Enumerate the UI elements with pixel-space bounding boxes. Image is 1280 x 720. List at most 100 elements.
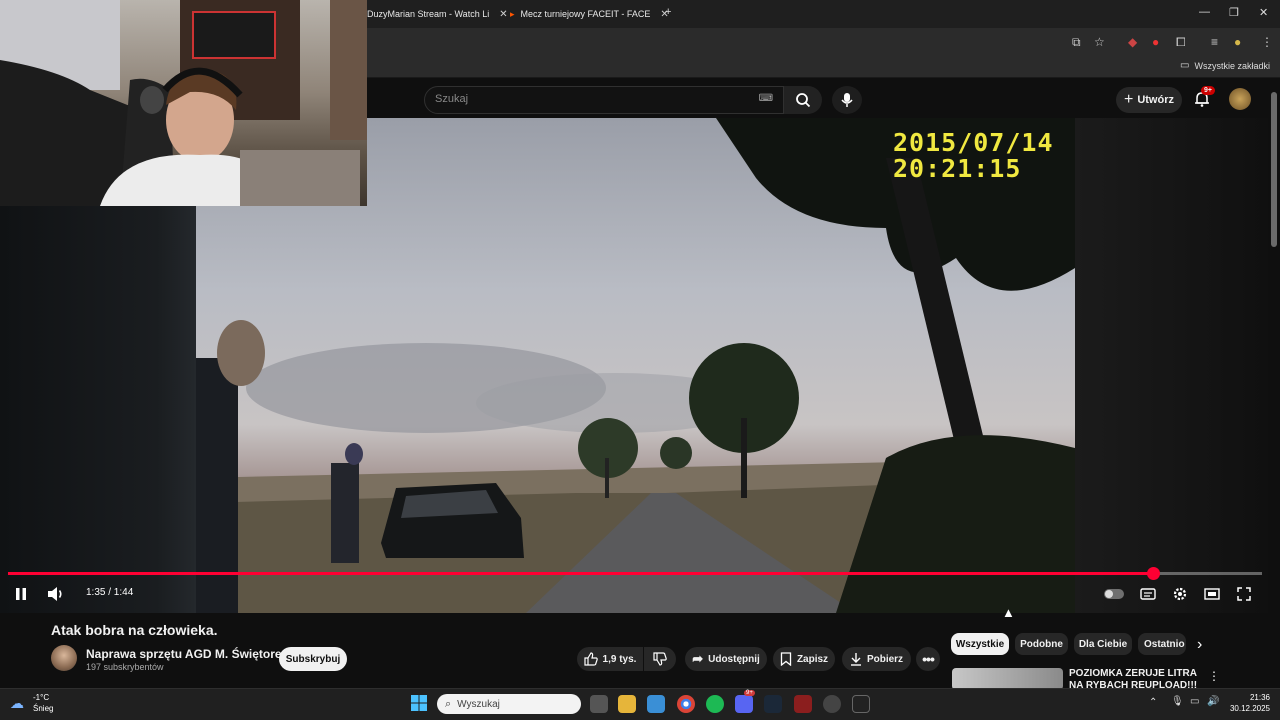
discord-icon[interactable]: 9+ [735, 690, 755, 713]
taskbar-search-placeholder: Wyszukaj [457, 698, 500, 710]
video-title: Atak bobra na człowieka. [51, 622, 218, 638]
pause-icon [16, 588, 26, 600]
subtitles-icon [1140, 588, 1156, 600]
overlay-time: 20:21:15 [893, 154, 1022, 183]
share-button[interactable]: ➦ Udostępnij [685, 647, 767, 671]
steam-icon[interactable] [764, 695, 782, 713]
chip-related[interactable]: Podobne [1015, 633, 1068, 655]
thumbs-down-icon [653, 652, 667, 666]
volume-button[interactable] [45, 584, 67, 604]
all-bookmarks-label: Wszystkie zakładki [1194, 60, 1270, 71]
like-button[interactable]: 1,9 tys. [577, 647, 643, 671]
app-icon[interactable] [823, 695, 841, 713]
windows-logo-icon [411, 695, 427, 711]
thumbs-up-icon [583, 652, 598, 666]
windows-start-icon[interactable] [411, 695, 427, 711]
spotify-icon[interactable] [706, 695, 724, 713]
share-icon: ➦ [692, 651, 704, 666]
discord-badge: 9+ [744, 690, 755, 696]
restore-icon[interactable]: ❐ [1229, 6, 1239, 19]
pause-button[interactable] [10, 584, 32, 604]
dislike-button[interactable] [644, 647, 676, 671]
search-input[interactable]: Szukaj ⌨ [424, 86, 784, 114]
chip-all[interactable]: Wszystkie [951, 633, 1009, 655]
channel-name[interactable]: Naprawa sprzętu AGD M. Świętorecki [86, 647, 298, 661]
theater-icon [1204, 588, 1220, 600]
download-icon [850, 653, 861, 666]
fullscreen-button[interactable] [1233, 584, 1255, 604]
all-bookmarks[interactable]: ▭ Wszystkie zakładki [1180, 60, 1270, 71]
voice-search-button[interactable] [832, 86, 862, 114]
weather-widget[interactable]: -1°C Śnieg [33, 692, 53, 714]
clock-time: 21:36 [1249, 693, 1270, 702]
search-button[interactable] [784, 86, 822, 114]
subtitles-button[interactable] [1137, 584, 1159, 604]
terminal-icon[interactable] [852, 695, 870, 713]
more-icon: ••• [922, 651, 935, 667]
recommendation-thumbnail[interactable] [952, 668, 1063, 690]
media-icon[interactable]: ≡ [1211, 35, 1218, 49]
weather-temp: -1°C [33, 693, 50, 702]
recommendation-menu-icon[interactable]: ⋮ [1208, 669, 1220, 683]
chip-recent[interactable]: Ostatnio [1138, 633, 1186, 655]
gear-icon [1173, 587, 1187, 601]
window-close-icon[interactable]: ✕ [1259, 6, 1268, 19]
scrollbar-thumb[interactable] [1271, 92, 1277, 247]
more-actions-button[interactable]: ••• [916, 647, 940, 671]
weather-desc: Śnieg [33, 704, 54, 713]
game-app-icon[interactable] [794, 695, 812, 713]
tab-faceit[interactable]: ▸ Mecz turniejowy FACEIT - FACE ✕ [510, 2, 669, 26]
autoplay-toggle[interactable] [1103, 584, 1125, 604]
create-button[interactable]: + Utwórz [1116, 87, 1182, 113]
profile-icon[interactable]: ● [1234, 35, 1241, 49]
keyboard-icon[interactable]: ⌨ [759, 93, 773, 104]
chevron-up-icon[interactable]: ⌃ [1149, 697, 1157, 708]
save-label: Zapisz [796, 653, 829, 665]
speaker-icon[interactable]: 🔊 [1207, 696, 1219, 707]
cast-icon[interactable]: ⧉ [1072, 35, 1081, 50]
close-icon[interactable]: ✕ [499, 9, 507, 20]
taskbar-search-input[interactable]: ⌕ Wyszukaj [437, 694, 581, 714]
create-label: Utwórz [1137, 94, 1174, 106]
plus-icon: + [1123, 91, 1134, 108]
minimize-icon[interactable]: — [1199, 6, 1210, 18]
chip-for-you[interactable]: Dla Ciebie [1074, 633, 1132, 655]
settings-button[interactable] [1169, 584, 1191, 604]
theater-mode-button[interactable] [1201, 584, 1223, 604]
subscribe-button[interactable]: Subskrybuj [279, 647, 347, 671]
volume-icon [48, 587, 62, 601]
autoplay-toggle-track [1104, 589, 1124, 599]
avatar[interactable] [1229, 88, 1251, 110]
taskbar-clock[interactable]: 21:36 30.12.2025 [1222, 692, 1270, 714]
menu-icon[interactable]: ⋮ [1261, 35, 1273, 49]
mic-icon [841, 93, 853, 107]
extension-icon[interactable]: ◆ [1128, 35, 1137, 49]
file-explorer-icon[interactable] [618, 695, 636, 713]
microphone-tray-icon[interactable]: 🎙 [1171, 696, 1184, 707]
puzzle-icon[interactable]: ⧠ [1176, 35, 1186, 50]
tab-duzymarian[interactable]: DuzyMarian Stream - Watch Li ✕ [367, 2, 508, 26]
chevron-right-icon[interactable]: › [1197, 636, 1202, 654]
weather-icon[interactable]: ☁ [10, 695, 24, 712]
recommendation-title[interactable]: POZIOMKA ZERUJE LITRA NA RYBACH REUPLOAD… [1069, 668, 1199, 690]
extension-icon[interactable]: ● [1152, 35, 1159, 49]
save-button[interactable]: Zapisz [773, 647, 835, 671]
search-icon: ⌕ [445, 697, 452, 710]
task-view-icon[interactable] [590, 695, 608, 713]
star-icon[interactable]: ☆ [1094, 35, 1105, 49]
faceit-icon: ▸ [510, 8, 515, 19]
progress-played [8, 572, 1153, 575]
chrome-icon[interactable] [677, 695, 695, 713]
download-button[interactable]: Pobierz [842, 647, 911, 671]
ambient-left [0, 206, 196, 613]
overlay-date: 2015/07/14 [893, 128, 1054, 157]
channel-avatar[interactable] [51, 645, 77, 671]
bookmark-icon [780, 652, 792, 666]
time-display: 1:35 / 1:44 [86, 587, 134, 598]
network-icon[interactable]: ▭ [1190, 696, 1199, 707]
progress-scrubber[interactable] [1146, 567, 1160, 580]
store-icon[interactable] [647, 695, 665, 713]
notifications-button[interactable]: 9+ [1193, 86, 1215, 110]
streamer-webcam-overlay [0, 0, 367, 206]
new-tab-icon[interactable]: + [665, 6, 671, 18]
